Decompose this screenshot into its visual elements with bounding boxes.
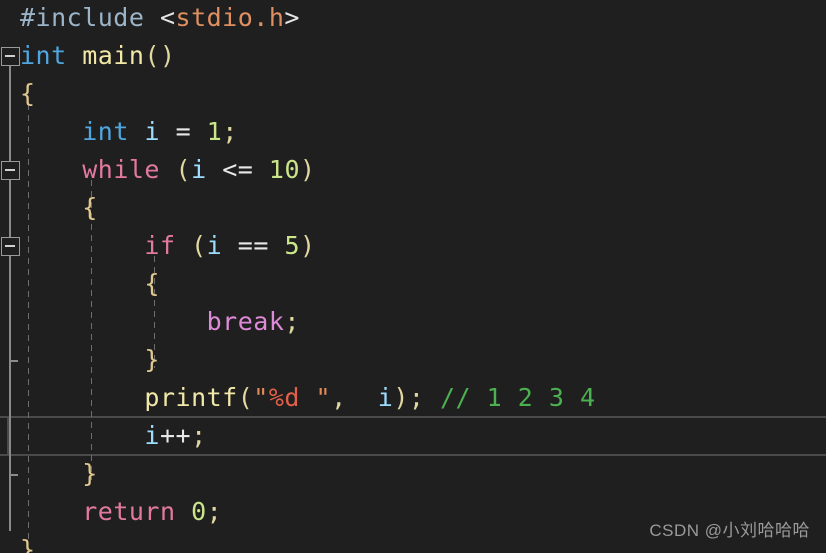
code-content[interactable]: #include <stdio.h> int main(){ int i = 1;… [0,0,826,553]
token: { [144,269,160,298]
token: < [159,3,176,32]
token: main [82,41,145,70]
fold-end-tick [9,474,18,476]
token: } [20,535,36,553]
fold-collapse-icon[interactable] [1,161,20,180]
token: } [144,345,160,374]
token: 10 [268,155,301,184]
token: ) [300,155,316,184]
token: , [331,383,347,412]
csdn-watermark: CSDN @小刘哈哈哈 [649,521,810,540]
token: 0 [191,497,207,526]
token: i [377,383,394,412]
token: i [191,155,207,184]
code-line-8[interactable]: { [0,265,826,303]
token: { [82,193,98,222]
token: ) [393,383,409,412]
token: 1 [206,117,223,146]
token: ; [191,421,207,450]
code-line-12[interactable]: i++; [0,417,826,455]
token: // 1 2 3 4 [440,383,596,412]
code-editor[interactable]: #include <stdio.h> int main(){ int i = 1;… [0,0,826,553]
token: () [144,41,176,70]
token: { [20,79,36,108]
token: " [299,383,332,412]
token: if [144,231,176,260]
token: i [144,117,160,146]
token: > [284,3,300,32]
token: while [82,155,160,184]
code-line-2[interactable]: int main() [0,37,826,75]
token: ++ [159,421,192,450]
token: ; [222,117,238,146]
token: #include [20,3,160,32]
code-line-5[interactable]: while (i <= 10) [0,151,826,189]
fold-gutter[interactable] [0,0,20,553]
fold-collapse-icon[interactable] [1,237,20,256]
token: %d [268,383,300,412]
fold-end-tick [9,360,18,362]
token: == [237,231,269,260]
token: return [82,497,176,526]
token: <= [222,155,254,184]
fold-connector-line [9,65,11,531]
token: } [82,459,98,488]
code-line-6[interactable]: { [0,189,826,227]
token: stdio.h [175,3,285,32]
token: ( [175,155,192,184]
token: ( [191,231,207,260]
token: int [82,117,129,146]
code-line-7[interactable]: if (i == 5) [0,227,826,265]
code-line-13[interactable]: } [0,455,826,493]
code-line-3[interactable]: { [0,75,826,113]
fold-collapse-icon[interactable] [1,47,20,66]
token: i [206,231,223,260]
token: ( [237,383,254,412]
code-line-11[interactable]: printf("%d ", i); // 1 2 3 4 [0,379,826,417]
token: break [206,307,285,336]
token: ; [284,307,300,336]
token: int [20,41,67,70]
token: 5 [284,231,301,260]
code-line-4[interactable]: int i = 1; [0,113,826,151]
token: ) [300,231,316,260]
token: printf [144,383,238,412]
token: i [144,421,160,450]
code-line-10[interactable]: } [0,341,826,379]
token: = [175,117,192,146]
token: ; [206,497,223,526]
token: " [253,383,269,412]
code-line-1[interactable]: #include <stdio.h> [0,0,826,37]
token: ; [408,383,425,412]
code-line-9[interactable]: break; [0,303,826,341]
